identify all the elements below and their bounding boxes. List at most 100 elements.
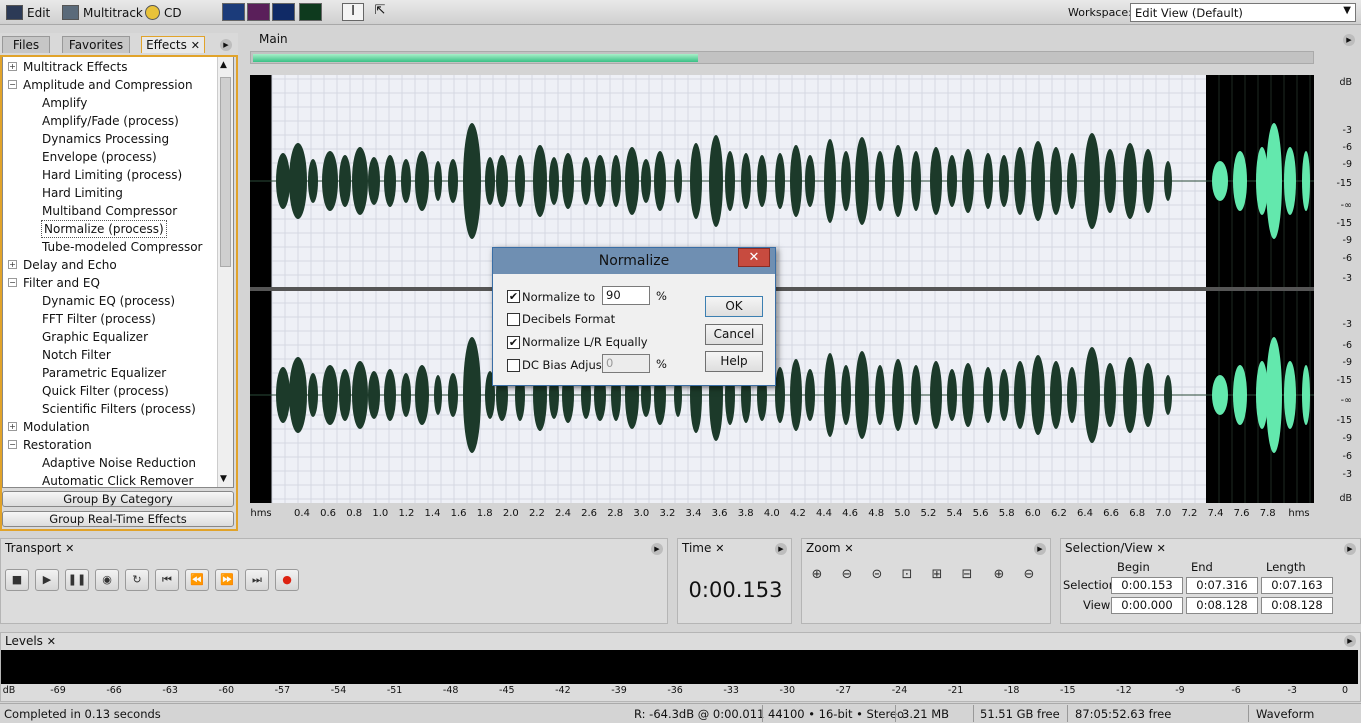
group-realtime-effects-button[interactable]: Group Real-Time Effects: [2, 511, 234, 527]
normalize-lr-checkbox[interactable]: ✔: [507, 336, 520, 349]
tab-main[interactable]: Main: [252, 32, 306, 49]
tree-item[interactable]: Automatic Click Remover: [42, 472, 193, 487]
cd-view-button[interactable]: CD: [145, 3, 182, 22]
tree-item[interactable]: Hard Limiting (process): [42, 166, 182, 184]
zoom-in-vertical-icon[interactable]: ⊕: [988, 564, 1010, 586]
tree-item[interactable]: Modulation: [23, 418, 90, 436]
tree-item[interactable]: Hard Limiting: [42, 184, 123, 202]
workspace-select[interactable]: Edit View (Default) ▼: [1130, 3, 1356, 22]
expand-icon[interactable]: +: [8, 422, 17, 431]
spectral-display-icon[interactable]: [247, 3, 270, 21]
marquee-tool-icon[interactable]: ⇱: [369, 3, 391, 21]
expand-icon[interactable]: +: [8, 260, 17, 269]
pause-icon[interactable]: ❚❚: [65, 569, 89, 591]
selection-length-field[interactable]: 0:07.163: [1261, 577, 1333, 594]
play-from-cursor-icon[interactable]: ◉: [95, 569, 119, 591]
zoom-to-selection-icon[interactable]: ⊡: [896, 564, 918, 586]
collapse-icon[interactable]: −: [8, 440, 17, 449]
tree-scrollbar[interactable]: ▲ ▼: [217, 57, 233, 487]
zoom-to-left-edge-icon[interactable]: ⊞: [926, 564, 948, 586]
tree-item[interactable]: Parametric Equalizer: [42, 364, 166, 382]
view-end-field[interactable]: 0:08.128: [1186, 597, 1258, 614]
panel-menu-icon[interactable]: ▶: [651, 543, 663, 555]
go-to-end-icon[interactable]: ⏭: [245, 569, 269, 591]
close-icon[interactable]: ✕: [1157, 542, 1166, 555]
zoom-out-horizontal-icon[interactable]: ⊖: [836, 564, 858, 586]
time-ruler[interactable]: hms 0.4 0.6 0.8 1.0 1.2 1.4 1.6 1.8 2.0 2.2 2.4 2.6 2…: [250, 503, 1320, 527]
close-icon[interactable]: ✕: [715, 542, 724, 555]
selection-end-field[interactable]: 0:07.316: [1186, 577, 1258, 594]
decibels-format-checkbox[interactable]: [507, 313, 520, 326]
rewind-icon[interactable]: ⏪: [185, 569, 209, 591]
edit-view-button[interactable]: Edit: [6, 3, 50, 22]
tree-item[interactable]: Tube-modeled Compressor: [42, 238, 202, 256]
view-length-field[interactable]: 0:08.128: [1261, 597, 1333, 614]
normalize-to-checkbox[interactable]: ✔: [507, 290, 520, 303]
zoom-out-full-icon[interactable]: ⊝: [866, 564, 888, 586]
tab-effects[interactable]: Effects ✕: [141, 36, 205, 53]
tree-item[interactable]: Delay and Echo: [23, 256, 117, 274]
cancel-button[interactable]: Cancel: [705, 324, 763, 345]
collapse-icon[interactable]: −: [8, 278, 17, 287]
close-icon[interactable]: ✕: [844, 542, 853, 555]
tree-item[interactable]: Amplify: [42, 94, 87, 112]
panel-menu-icon[interactable]: ▶: [1034, 543, 1046, 555]
panel-menu-icon[interactable]: ▶: [1343, 34, 1355, 46]
tree-item[interactable]: Dynamics Processing: [42, 130, 169, 148]
scroll-up-icon[interactable]: ▲: [220, 60, 227, 70]
zoom-out-vertical-icon[interactable]: ⊖: [1018, 564, 1040, 586]
tree-item[interactable]: Envelope (process): [42, 148, 157, 166]
collapse-icon[interactable]: −: [8, 80, 17, 89]
phase-display-icon[interactable]: [299, 3, 322, 21]
multitrack-view-button[interactable]: Multitrack: [62, 3, 143, 22]
tree-item[interactable]: Multitrack Effects: [23, 58, 127, 76]
close-icon[interactable]: ✕: [47, 635, 56, 648]
tree-item[interactable]: Restoration: [23, 436, 92, 454]
tree-item[interactable]: Graphic Equalizer: [42, 328, 148, 346]
panel-menu-icon[interactable]: ▶: [1344, 543, 1356, 555]
tree-item[interactable]: Adaptive Noise Reduction: [42, 454, 196, 472]
tree-item[interactable]: FFT Filter (process): [42, 310, 156, 328]
ok-button[interactable]: OK: [705, 296, 763, 317]
zoom-to-right-edge-icon[interactable]: ⊟: [956, 564, 978, 586]
tree-item[interactable]: Multiband Compressor: [42, 202, 177, 220]
zoom-in-horizontal-icon[interactable]: ⊕: [806, 564, 828, 586]
tree-item[interactable]: Scientific Filters (process): [42, 400, 196, 418]
tab-files[interactable]: Files: [2, 36, 50, 53]
panel-menu-icon[interactable]: ▶: [1344, 635, 1356, 647]
tree-item[interactable]: Amplify/Fade (process): [42, 112, 179, 130]
dc-bias-input[interactable]: 0: [602, 354, 650, 373]
tree-item[interactable]: Dynamic EQ (process): [42, 292, 175, 310]
scroll-down-icon[interactable]: ▼: [220, 474, 227, 484]
fast-forward-icon[interactable]: ⏩: [215, 569, 239, 591]
tree-item[interactable]: Amplitude and Compression: [23, 76, 193, 94]
loop-icon[interactable]: ↻: [125, 569, 149, 591]
overview-range[interactable]: [253, 54, 698, 62]
go-to-start-icon[interactable]: ⏮: [155, 569, 179, 591]
view-begin-field[interactable]: 0:00.000: [1111, 597, 1183, 614]
overview-bar[interactable]: [250, 51, 1314, 64]
close-icon[interactable]: ✕: [738, 248, 770, 267]
help-button[interactable]: Help: [705, 351, 763, 372]
dc-bias-checkbox[interactable]: [507, 359, 520, 372]
expand-icon[interactable]: +: [8, 62, 17, 71]
record-icon[interactable]: ●: [275, 569, 299, 591]
close-icon[interactable]: ✕: [191, 39, 200, 52]
scroll-thumb[interactable]: [220, 77, 231, 267]
tree-item[interactable]: Normalize (process): [41, 220, 167, 238]
normalize-value-input[interactable]: 90: [602, 286, 650, 305]
stop-icon[interactable]: ■: [5, 569, 29, 591]
time-selection-tool-icon[interactable]: I: [342, 3, 364, 21]
tab-favorites[interactable]: Favorites: [62, 36, 130, 53]
waveform-display[interactable]: [250, 75, 1314, 503]
spectral-pan-icon[interactable]: [272, 3, 295, 21]
waveform-display-icon[interactable]: [222, 3, 245, 21]
play-icon[interactable]: ▶: [35, 569, 59, 591]
panel-menu-icon[interactable]: ▶: [775, 543, 787, 555]
tree-item[interactable]: Filter and EQ: [23, 274, 100, 292]
selection-begin-field[interactable]: 0:00.153: [1111, 577, 1183, 594]
tree-item[interactable]: Quick Filter (process): [42, 382, 169, 400]
tree-item[interactable]: Notch Filter: [42, 346, 111, 364]
close-icon[interactable]: ✕: [65, 542, 74, 555]
panel-menu-icon[interactable]: ▶: [220, 39, 232, 51]
